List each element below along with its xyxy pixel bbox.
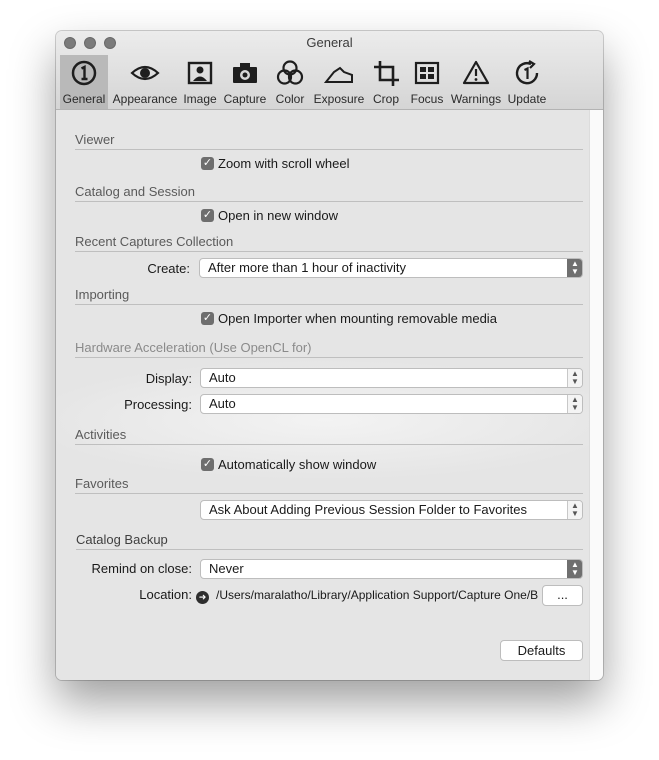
tab-exposure-label: Exposure [313, 92, 365, 106]
tab-crop[interactable]: Crop [368, 55, 404, 109]
open-new-window-checkbox[interactable]: ✓ Open in new window [201, 207, 338, 223]
open-new-window-label: Open in new window [218, 207, 338, 223]
warning-icon [462, 60, 490, 85]
color-circles-icon [276, 60, 304, 85]
crop-icon [374, 61, 399, 86]
display-label: Display: [145, 371, 192, 386]
tab-exposure[interactable]: Exposure [312, 55, 366, 109]
open-importer-checkbox[interactable]: ✓ Open Importer when mounting removable … [201, 310, 497, 326]
tab-update[interactable]: Update [504, 55, 550, 109]
favorites-select-value: Ask About Adding Previous Session Folder… [209, 502, 527, 517]
tab-image-label: Image [183, 92, 217, 106]
create-select-value: After more than 1 hour of inactivity [208, 260, 406, 275]
display-select[interactable]: Auto ▲ ▼ [200, 368, 583, 388]
create-select[interactable]: After more than 1 hour of inactivity ▲ ▼ [199, 258, 583, 278]
tab-capture-label: Capture [223, 92, 267, 106]
section-importing: Importing [75, 287, 583, 305]
tab-update-label: Update [507, 92, 547, 106]
location-path: /Users/maralatho/Library/Application Sup… [216, 588, 538, 602]
tab-warnings-label: Warnings [450, 92, 502, 106]
section-viewer: Viewer [75, 132, 583, 150]
processing-label: Processing: [124, 397, 192, 412]
tab-focus-label: Focus [410, 92, 444, 106]
section-catalog-backup: Catalog Backup [76, 532, 583, 550]
section-catalog-session: Catalog and Session [75, 184, 583, 202]
processing-select-value: Auto [209, 396, 236, 411]
focus-grid-icon [414, 61, 440, 85]
display-select-value: Auto [209, 370, 236, 385]
checkmark-icon: ✓ [201, 457, 214, 471]
select-arrows-icon: ▲ ▼ [567, 501, 582, 519]
scrollbar[interactable] [589, 110, 603, 680]
auto-show-window-label: Automatically show window [218, 456, 377, 472]
section-hardware-acceleration: Hardware Acceleration (Use OpenCL for) [75, 340, 583, 358]
info-circle-icon [71, 60, 97, 86]
section-favorites: Favorites [75, 476, 583, 494]
create-label: Create: [147, 261, 190, 276]
remind-on-close-select[interactable]: Never ▲ ▼ [200, 559, 583, 579]
zoom-scroll-label: Zoom with scroll wheel [218, 155, 350, 171]
favorites-select[interactable]: Ask About Adding Previous Session Folder… [200, 500, 583, 520]
preferences-window: General General Appearance Image Capture… [56, 31, 603, 680]
tab-image[interactable]: Image [180, 55, 220, 109]
camera-icon [233, 63, 257, 83]
tab-crop-label: Crop [372, 92, 399, 106]
remind-on-close-label: Remind on close: [91, 561, 192, 576]
reveal-arrow-icon[interactable]: ➜ [196, 591, 209, 604]
checkmark-icon: ✓ [201, 156, 214, 170]
image-icon [187, 61, 213, 85]
checkmark-icon: ✓ [201, 311, 214, 325]
select-arrows-icon: ▲ ▼ [567, 560, 582, 578]
tab-color[interactable]: Color [270, 55, 310, 109]
browse-location-button[interactable]: ... [542, 585, 583, 606]
update-icon [515, 60, 539, 85]
window-title: General [306, 35, 353, 50]
select-arrows-icon: ▲ ▼ [567, 395, 582, 413]
tab-capture[interactable]: Capture [222, 55, 268, 109]
tab-general[interactable]: General [60, 55, 108, 109]
zoom-scroll-checkbox[interactable]: ✓ Zoom with scroll wheel [201, 155, 350, 171]
defaults-button[interactable]: Defaults [500, 640, 583, 661]
tab-general-label: General [62, 92, 106, 106]
toolbar: General General Appearance Image Capture… [56, 31, 603, 110]
section-recent-captures: Recent Captures Collection [75, 234, 583, 252]
tab-appearance[interactable]: Appearance [112, 55, 178, 109]
auto-show-window-checkbox[interactable]: ✓ Automatically show window [201, 456, 376, 472]
tab-color-label: Color [275, 92, 305, 106]
tab-focus[interactable]: Focus [406, 55, 448, 109]
location-label: Location: [139, 587, 192, 602]
remind-on-close-value: Never [209, 561, 244, 576]
section-activities: Activities [75, 427, 583, 445]
select-arrows-icon: ▲ ▼ [567, 369, 582, 387]
exposure-histogram-icon [324, 66, 353, 83]
preferences-content: Viewer ✓ Zoom with scroll wheel Catalog … [56, 110, 590, 680]
eye-icon [130, 65, 160, 81]
open-importer-label: Open Importer when mounting removable me… [218, 310, 497, 326]
tab-appearance-label: Appearance [112, 92, 178, 106]
select-arrows-icon: ▲ ▼ [567, 259, 582, 277]
checkmark-icon: ✓ [201, 208, 214, 222]
tab-warnings[interactable]: Warnings [450, 55, 502, 109]
processing-select[interactable]: Auto ▲ ▼ [200, 394, 583, 414]
